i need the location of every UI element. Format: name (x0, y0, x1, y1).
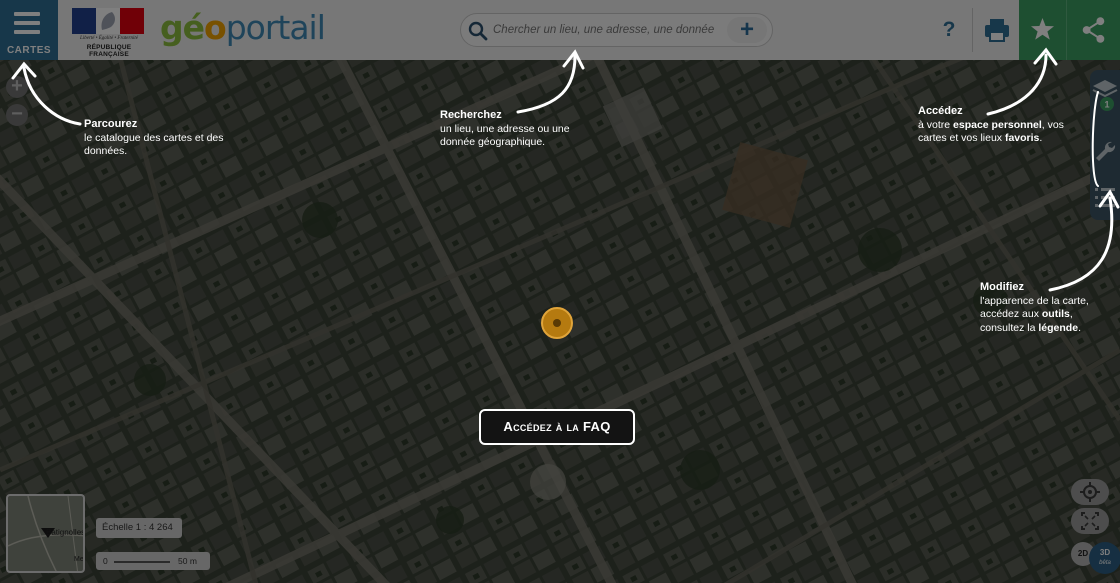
geoportail-app: CARTES Liberté • Égalité • Fraternité RÉ… (0, 0, 1120, 583)
tip-modify-t3: . (1078, 321, 1081, 334)
tip-search: Recherchez un lieu, une adresse ou une d… (440, 109, 580, 150)
tip-modify-b2: légende (1038, 321, 1079, 334)
tip-search-title: Recherchez (440, 109, 502, 121)
tip-catalog: Parcourez le catalogue des cartes et des… (84, 118, 234, 159)
tip-catalog-text: le catalogue des cartes et des données. (84, 131, 224, 158)
tip-search-text: un lieu, une adresse ou une donnée géogr… (440, 122, 570, 149)
tools-bracket (1091, 91, 1099, 187)
arrow-to-tools (1048, 196, 1114, 292)
tip-personal-t3: . (1039, 132, 1043, 144)
arrow-to-catalog (22, 66, 82, 126)
tip-modify-b1: outils (1041, 308, 1070, 320)
tip-personal-b2: favoris (1004, 132, 1040, 144)
faq-button[interactable]: Accédez à la FAQ (479, 409, 635, 445)
tip-personal-t1: à votre (918, 118, 954, 131)
tip-personal: Accédez à votre espace personnel, vos ca… (918, 105, 1068, 146)
tip-catalog-title: Parcourez (84, 118, 138, 130)
onboarding-arrows (11, 47, 1120, 292)
tip-personal-title: Accédez (918, 105, 963, 117)
tip-modify-title: Modifiez (980, 281, 1024, 293)
tip-personal-b1: espace personnel (953, 118, 1042, 131)
tip-modify: Modifiez l'apparence de la carte, accéde… (980, 281, 1115, 335)
